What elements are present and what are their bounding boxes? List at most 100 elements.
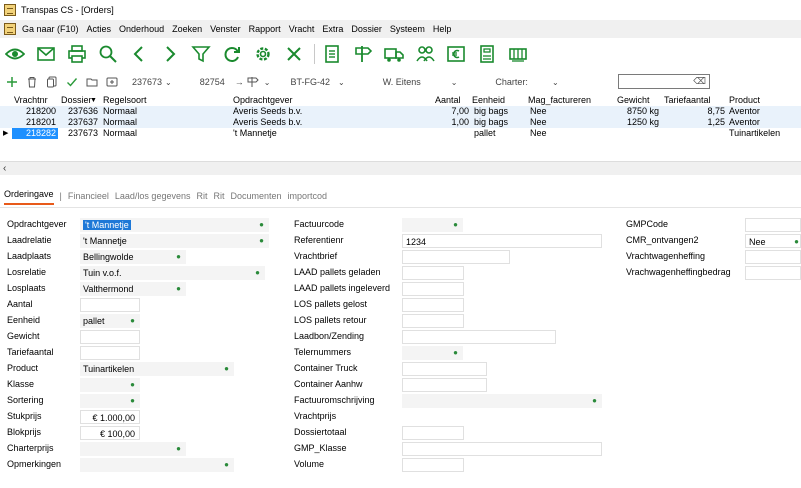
refresh-icon[interactable] <box>221 43 243 65</box>
chevron-right-icon[interactable] <box>159 43 181 65</box>
laadrelatie-field[interactable]: 't Mannetje ● <box>80 234 269 248</box>
tab-importcod[interactable]: importcod <box>288 191 328 203</box>
signpost-small-icon[interactable] <box>247 76 259 88</box>
vrachtwagenheffing-field[interactable] <box>745 250 801 264</box>
value2-field[interactable]: 82754 <box>200 77 225 87</box>
window-plus-icon[interactable] <box>106 76 118 88</box>
eenheid-field[interactable]: pallet ● <box>80 314 140 328</box>
col-dossier[interactable]: Dossier <box>61 95 92 106</box>
lookup-icon[interactable]: ● <box>255 266 260 280</box>
clear-search-icon[interactable]: ⌫ <box>693 76 706 87</box>
volume-field[interactable] <box>402 458 464 472</box>
losrelatie-field[interactable]: Tuin v.o.f. ● <box>80 266 265 280</box>
lookup-icon[interactable]: ● <box>453 346 458 360</box>
col-mag-factureren[interactable]: Mag_factureren <box>528 95 591 106</box>
tab-laad-los-gegevens[interactable]: Laad/los gegevens <box>115 191 191 203</box>
lookup-icon[interactable]: ● <box>176 250 181 264</box>
lookup-icon[interactable]: ● <box>794 235 799 247</box>
lookup-icon[interactable]: ● <box>130 314 135 328</box>
lookup-icon[interactable]: ● <box>259 234 264 248</box>
chevron-down-icon[interactable]: ⌄ <box>338 78 345 87</box>
print-icon[interactable] <box>66 43 88 65</box>
table-row[interactable]: 218200 237636 Normaal Averis Seeds b.v. … <box>0 106 801 117</box>
menu-dossier[interactable]: Dossier <box>347 24 386 34</box>
laadbon-zending-field[interactable] <box>402 330 556 344</box>
trash-icon[interactable] <box>26 76 38 88</box>
table-row[interactable]: 218201 237637 Normaal Averis Seeds b.v. … <box>0 117 801 128</box>
losplaats-field[interactable]: Valthermond ● <box>80 282 186 296</box>
laad-pallets-ingeleverd-field[interactable] <box>402 282 464 296</box>
document-icon[interactable] <box>321 43 343 65</box>
form-icon[interactable] <box>476 43 498 65</box>
cmr-ontvangen2-field[interactable]: Nee ● <box>745 234 801 248</box>
container-aanhw-field[interactable] <box>402 378 487 392</box>
tariefaantal-field[interactable] <box>80 346 140 360</box>
container-truck-field[interactable] <box>402 362 487 376</box>
tab-financieel[interactable]: Financieel <box>68 191 109 203</box>
table-row-selected[interactable]: ▶ 218282 237673 Normaal 't Mannetje pall… <box>0 128 801 139</box>
col-tariefaantal[interactable]: Tariefaantal <box>664 95 711 106</box>
laadplaats-field[interactable]: Bellingwolde ● <box>80 250 186 264</box>
aantal-field[interactable] <box>80 298 140 312</box>
chevron-left-icon[interactable] <box>128 43 150 65</box>
menu-onderhoud[interactable]: Onderhoud <box>115 24 168 34</box>
los-pallets-retour-field[interactable] <box>402 314 464 328</box>
col-aantal[interactable]: Aantal <box>435 95 461 106</box>
laad-pallets-geladen-field[interactable] <box>402 266 464 280</box>
gmpcode-field[interactable] <box>745 218 801 232</box>
menu-ga-naar[interactable]: Ga naar (F10) <box>18 24 83 34</box>
mail-icon[interactable] <box>35 43 57 65</box>
chevron-down-icon[interactable]: ⌄ <box>264 78 271 87</box>
tab-rit[interactable]: Rit <box>196 191 207 203</box>
lookup-icon[interactable]: ● <box>259 218 264 232</box>
los-pallets-gelost-field[interactable] <box>402 298 464 312</box>
horizontal-scrollbar[interactable]: ‹ <box>0 161 801 175</box>
stukprijs-field[interactable]: € 1.000,00 <box>80 410 140 424</box>
gear-icon[interactable] <box>252 43 274 65</box>
vrachtbrief-field[interactable] <box>402 250 510 264</box>
vrachwagenheffingbedrag-field[interactable] <box>745 266 801 280</box>
menu-acties[interactable]: Acties <box>83 24 116 34</box>
vehicle-dropdown[interactable]: BT-FG-42 <box>290 77 330 87</box>
menu-venster[interactable]: Venster <box>206 24 245 34</box>
tab-orderingave[interactable]: Orderingave <box>4 189 54 205</box>
tab-documenten[interactable]: Documenten <box>230 191 281 203</box>
chevron-down-icon[interactable]: ⌄ <box>165 78 172 87</box>
folder-icon[interactable] <box>86 76 98 88</box>
col-product[interactable]: Product <box>729 95 760 106</box>
menu-vracht[interactable]: Vracht <box>285 24 319 34</box>
eye-icon[interactable] <box>4 43 26 65</box>
sortering-field[interactable]: ● <box>80 394 140 408</box>
signpost-icon[interactable] <box>352 43 374 65</box>
lookup-icon[interactable]: ● <box>453 218 458 232</box>
chevron-down-icon[interactable]: ⌄ <box>451 78 458 87</box>
product-field[interactable]: Tuinartikelen ● <box>80 362 234 376</box>
menu-rapport[interactable]: Rapport <box>245 24 285 34</box>
blokprijs-field[interactable]: € 100,00 <box>80 426 140 440</box>
telernummers-field[interactable]: ● <box>402 346 463 360</box>
dossiertotaal-field[interactable] <box>402 426 464 440</box>
opmerkingen-field[interactable]: ● <box>80 458 234 472</box>
search-input[interactable]: ⌫ <box>618 74 710 89</box>
filter-icon[interactable] <box>190 43 212 65</box>
search-icon[interactable] <box>97 43 119 65</box>
people-icon[interactable] <box>414 43 436 65</box>
copy-icon[interactable] <box>46 76 58 88</box>
lookup-icon[interactable]: ● <box>224 458 229 472</box>
lookup-icon[interactable]: ● <box>592 394 597 408</box>
close-icon[interactable] <box>283 43 305 65</box>
lookup-icon[interactable]: ● <box>130 394 135 408</box>
lookup-icon[interactable]: ● <box>130 378 135 392</box>
factuurcode-field[interactable]: ● <box>402 218 463 232</box>
scroll-left-icon[interactable]: ‹ <box>3 163 6 174</box>
col-vrachtnr[interactable]: Vrachtnr <box>14 95 48 106</box>
lookup-icon[interactable]: ● <box>176 442 181 456</box>
col-eenheid[interactable]: Eenheid <box>472 95 505 106</box>
add-icon[interactable] <box>6 76 18 88</box>
container-icon[interactable] <box>507 43 529 65</box>
col-regelsoort[interactable]: Regelsoort <box>103 95 147 106</box>
menu-systeem[interactable]: Systeem <box>386 24 429 34</box>
menu-app-icon[interactable] <box>4 23 16 35</box>
klasse-field[interactable]: ● <box>80 378 140 392</box>
opdrachtgever-field[interactable]: 't Mannetje ● <box>80 218 269 232</box>
